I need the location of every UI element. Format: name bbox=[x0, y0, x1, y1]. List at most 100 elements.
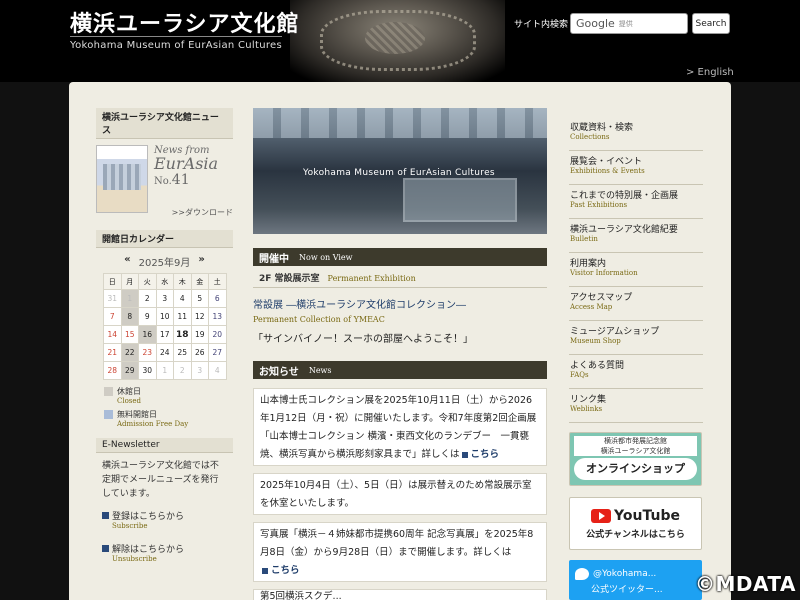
nav-label[interactable]: ミュージアムショップ bbox=[570, 324, 702, 337]
calendar-day: 19 bbox=[190, 325, 209, 344]
nav-label[interactable]: アクセスマップ bbox=[570, 290, 702, 303]
search-input[interactable]: Google 提供 bbox=[570, 13, 688, 34]
nav-exhibitions[interactable]: 展覧会・イベント Exhibitions & Events bbox=[569, 151, 703, 185]
nav-label-en: Collections bbox=[570, 133, 610, 141]
newsletter-card[interactable]: News from EurAsia No.41 bbox=[96, 145, 233, 215]
calendar-day: 30 bbox=[138, 361, 157, 380]
news-en: News bbox=[308, 365, 332, 375]
twitter-banner[interactable]: @Yokohama... 公式ツイッター... bbox=[569, 560, 702, 600]
nav-label-en: Access Map bbox=[570, 303, 613, 311]
calendar-prev-button[interactable]: « bbox=[124, 254, 130, 269]
nav-label[interactable]: 展覧会・イベント bbox=[570, 154, 702, 167]
calendar-day: 3 bbox=[190, 361, 209, 380]
calendar-day: 5 bbox=[190, 289, 209, 308]
calendar-day: 27 bbox=[208, 343, 227, 362]
more-link[interactable]: こちら bbox=[471, 449, 500, 460]
calendar-day: 13 bbox=[208, 307, 227, 326]
permanent-exhibition-link[interactable]: 常設展 ―横浜ユーラシア文化館コレクション― bbox=[253, 296, 466, 311]
shop-banner-org: 横浜都市発展記念館 横浜ユーラシア文化館 bbox=[574, 436, 697, 456]
calendar-day: 29 bbox=[120, 361, 139, 380]
site-title[interactable]: 横浜ユーラシア文化館 bbox=[70, 6, 300, 38]
weekday-header: 土 bbox=[208, 273, 227, 290]
calendar-day: 11 bbox=[173, 307, 192, 326]
calendar-day: 1 bbox=[155, 361, 174, 380]
newsletter-thumbnail[interactable] bbox=[96, 145, 148, 213]
youtube-text: YouTube bbox=[614, 507, 680, 524]
nav-label[interactable]: よくある質問 bbox=[570, 358, 702, 371]
calendar-day: 10 bbox=[155, 307, 174, 326]
enews-text: 横浜ユーラシア文化館では不定期でメールニューズを発行しています。 bbox=[102, 461, 219, 499]
news-bar: お知らせ News bbox=[253, 361, 547, 379]
calendar-day: 7 bbox=[103, 307, 122, 326]
calendar-legend: 休館日 Closed 無料開館日 Admission Free Day bbox=[104, 386, 233, 428]
nav-visitor-info[interactable]: 利用案内 Visitor Information bbox=[569, 253, 703, 287]
twitter-bird-icon bbox=[575, 568, 589, 580]
legend-free-label: 無料開館日 bbox=[117, 410, 157, 419]
nav-label[interactable]: 横浜ユーラシア文化館紀要 bbox=[570, 222, 702, 235]
google-brand: Google bbox=[576, 17, 615, 30]
nav-access-map[interactable]: アクセスマップ Access Map bbox=[569, 287, 703, 321]
unsubscribe-link[interactable]: 解除はこちらから bbox=[96, 540, 233, 555]
calendar-day: 2 bbox=[138, 289, 157, 308]
twitter-subtitle: 公式ツイッター... bbox=[591, 585, 663, 595]
calendar-title: 開館日カレンダー bbox=[96, 230, 233, 248]
arrow-icon bbox=[262, 567, 268, 574]
search-button[interactable]: Search bbox=[692, 13, 730, 34]
youtube-play-icon bbox=[591, 508, 612, 523]
nav-bulletin[interactable]: 横浜ユーラシア文化館紀要 Bulletin bbox=[569, 219, 703, 253]
calendar-day: 31 bbox=[103, 289, 122, 308]
subscribe-label[interactable]: 登録はこちらから bbox=[112, 509, 184, 522]
calendar-day: 12 bbox=[190, 307, 209, 326]
unsubscribe-label[interactable]: 解除はこちらから bbox=[112, 542, 184, 555]
arrow-icon bbox=[461, 451, 468, 458]
twitter-row: @Yokohama... bbox=[569, 560, 702, 580]
nav-museum-shop[interactable]: ミュージアムショップ Museum Shop bbox=[569, 321, 703, 355]
nav-weblinks[interactable]: リンク集 Weblinks bbox=[569, 389, 703, 423]
calendar-day: 17 bbox=[155, 325, 174, 344]
perm-head-jp: 2F 常設展示室 bbox=[259, 274, 320, 284]
calendar-day: 9 bbox=[138, 307, 157, 326]
weekday-header: 日 bbox=[103, 273, 122, 290]
arrow-icon bbox=[102, 545, 109, 552]
news-section-title: 横浜ユーラシア文化館ニュース bbox=[96, 108, 233, 139]
brand-issue: No.41 bbox=[154, 172, 218, 188]
more-link[interactable]: こちら bbox=[271, 565, 300, 576]
english-link[interactable]: > English bbox=[686, 67, 734, 78]
nav-label-en: Bulletin bbox=[570, 235, 598, 243]
nav-label[interactable]: 利用案内 bbox=[570, 256, 702, 269]
calendar-day: 28 bbox=[103, 361, 122, 380]
youtube-banner[interactable]: YouTube 公式チャンネルはこちら bbox=[569, 497, 702, 550]
weekday-header: 水 bbox=[155, 273, 174, 290]
calendar-day: 3 bbox=[155, 289, 174, 308]
legend-closed-label: 休館日 bbox=[117, 387, 141, 396]
calendar-day: 4 bbox=[173, 289, 192, 308]
weekday-header: 月 bbox=[120, 273, 139, 290]
nav-label[interactable]: 収蔵資料・検索 bbox=[570, 120, 702, 133]
nav-faqs[interactable]: よくある質問 FAQs bbox=[569, 355, 703, 389]
brand-num: 41 bbox=[171, 172, 190, 188]
news-item: 第5回横浜スクデ... bbox=[253, 589, 547, 600]
perm-head-en: Permanent Exhibition bbox=[327, 274, 416, 283]
permanent-exhibition-catch: 「サインバイノー！スーホの部屋へようこそ！」 bbox=[253, 334, 473, 345]
calendar-day: 1 bbox=[120, 289, 139, 308]
enews-title: E-Newsletter bbox=[96, 438, 233, 453]
subscribe-en: Subscribe bbox=[112, 522, 148, 530]
twitter-handle: @Yokohama... bbox=[593, 569, 657, 579]
now-on-view-bar: 開催中 Now on View bbox=[253, 248, 547, 266]
calendar-day: 14 bbox=[103, 325, 122, 344]
youtube-logo: YouTube bbox=[591, 508, 680, 524]
youtube-subtitle: 公式チャンネルはこちら bbox=[586, 529, 685, 540]
online-shop-banner[interactable]: 横浜都市発展記念館 横浜ユーラシア文化館 オンラインショップ bbox=[569, 432, 702, 486]
nav-label-en: FAQs bbox=[570, 371, 589, 379]
legend-free-en: Admission Free Day bbox=[117, 420, 189, 428]
site-header: 横浜ユーラシア文化館 Yokohama Museum of EurAsian C… bbox=[0, 0, 800, 82]
nav-past-exhibitions[interactable]: これまでの特別展・企画展 Past Exhibitions bbox=[569, 185, 703, 219]
nav-collections[interactable]: 収蔵資料・検索 Collections bbox=[569, 117, 703, 151]
calendar-next-button[interactable]: » bbox=[198, 254, 204, 269]
free-swatch bbox=[104, 410, 113, 419]
calendar-day: 23 bbox=[138, 343, 157, 362]
permanent-exhibition-head: 2F 常設展示室 Permanent Exhibition bbox=[253, 271, 547, 288]
subscribe-link[interactable]: 登録はこちらから bbox=[96, 507, 233, 522]
nav-label[interactable]: これまでの特別展・企画展 bbox=[570, 188, 702, 201]
nav-label[interactable]: リンク集 bbox=[570, 392, 702, 405]
